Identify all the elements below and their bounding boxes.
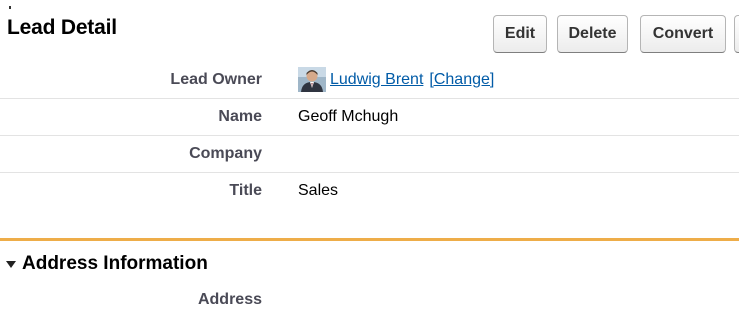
cursor-mark [9, 6, 11, 9]
collapse-triangle-icon[interactable] [6, 260, 16, 268]
title-label: Title [229, 182, 262, 199]
lead-detail-page: Lead Detail Edit Delete Convert Lead Own… [0, 0, 739, 313]
section-divider [0, 238, 739, 241]
change-owner-link[interactable]: [Change] [429, 71, 494, 89]
edit-button[interactable]: Edit [493, 15, 547, 53]
page-title: Lead Detail [7, 16, 117, 39]
name-row: Name Geoff Mchugh [0, 99, 739, 136]
title-row: Title Sales [0, 173, 739, 210]
address-section-title: Address Information [22, 253, 208, 274]
name-label: Name [218, 108, 262, 125]
delete-button[interactable]: Delete [557, 15, 628, 53]
lead-owner-row: Lead Owner Ludwig Brent [Change] [0, 62, 739, 99]
user-avatar-icon [298, 67, 326, 92]
company-label: Company [189, 145, 262, 162]
company-row: Company [0, 136, 739, 173]
address-row: Address [0, 282, 739, 313]
address-section-header[interactable]: Address Information [6, 253, 208, 275]
name-value: Geoff Mchugh [298, 108, 399, 125]
convert-button[interactable]: Convert [640, 15, 726, 53]
lead-owner-link[interactable]: Ludwig Brent [330, 71, 423, 89]
more-button[interactable] [734, 15, 739, 53]
lead-owner-label: Lead Owner [170, 71, 262, 88]
title-value: Sales [298, 182, 339, 199]
address-label: Address [197, 291, 262, 308]
lead-owner-value: Ludwig Brent [Change] [298, 67, 494, 92]
